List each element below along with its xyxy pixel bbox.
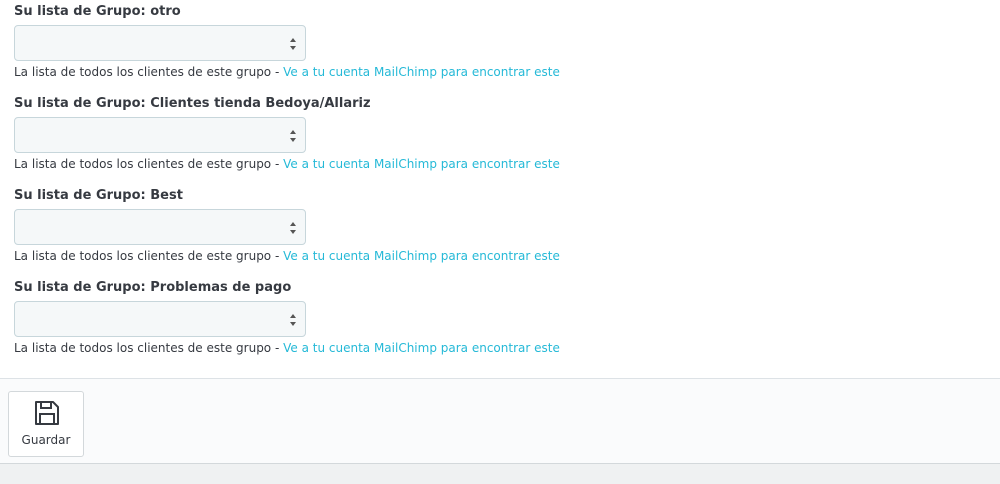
help-description: La lista de todos los clientes de este g… [14,157,284,171]
page-bottom-strip [0,464,1000,484]
group-list-select[interactable] [14,301,306,337]
help-description: La lista de todos los clientes de este g… [14,65,284,79]
group-help-text: La lista de todos los clientes de este g… [14,248,560,264]
mailchimp-account-link[interactable]: Ve a tu cuenta MailChimp para encontrar … [283,157,560,171]
select-arrows-icon [290,314,296,326]
save-button[interactable]: Guardar [8,391,84,457]
group-help-text: La lista de todos los clientes de este g… [14,156,560,172]
mailchimp-account-link[interactable]: Ve a tu cuenta MailChimp para encontrar … [283,65,560,79]
mailchimp-account-link[interactable]: Ve a tu cuenta MailChimp para encontrar … [283,341,560,355]
form-footer: Guardar [0,378,1000,464]
help-description: La lista de todos los clientes de este g… [14,341,284,355]
select-arrows-icon [290,38,296,50]
mailchimp-account-link[interactable]: Ve a tu cuenta MailChimp para encontrar … [283,249,560,263]
group-list-select[interactable] [14,117,306,153]
select-arrows-icon [290,130,296,142]
group-label: Su lista de Grupo: otro [14,4,181,19]
group-help-text: La lista de todos los clientes de este g… [14,64,560,80]
group-label: Su lista de Grupo: Clientes tienda Bedoy… [14,96,371,111]
group-label: Su lista de Grupo: Problemas de pago [14,280,292,295]
group-help-text: La lista de todos los clientes de este g… [14,340,560,356]
group-label: Su lista de Grupo: Best [14,188,183,203]
save-button-label: Guardar [21,433,71,447]
group-list-select[interactable] [14,209,306,245]
select-arrows-icon [290,222,296,234]
help-description: La lista de todos los clientes de este g… [14,249,284,263]
group-list-select[interactable] [14,25,306,61]
mailchimp-group-settings-form: Su lista de Grupo: otro La lista de todo… [0,0,1000,378]
floppy-disk-icon [35,401,59,425]
